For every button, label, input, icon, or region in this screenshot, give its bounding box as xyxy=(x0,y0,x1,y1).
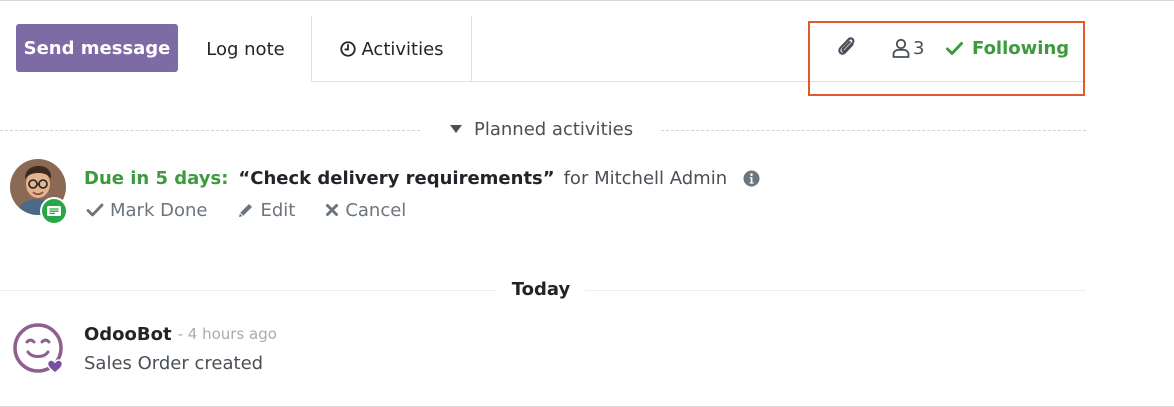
pencil-icon xyxy=(239,203,253,217)
list-icon xyxy=(47,206,61,216)
planned-activities-label: Planned activities xyxy=(474,118,634,140)
followers-button[interactable]: 3 xyxy=(892,34,924,62)
cancel-button[interactable]: Cancel xyxy=(325,200,406,221)
mark-done-button[interactable]: Mark Done xyxy=(86,200,207,221)
edit-button[interactable]: Edit xyxy=(237,200,295,221)
due-label: Due in 5 days: xyxy=(84,167,229,189)
log-note-button[interactable]: Log note xyxy=(180,16,311,82)
caret-down-icon xyxy=(450,125,462,133)
activity-info: Due in 5 days: “Check delivery requireme… xyxy=(84,164,760,192)
message-header: OdooBot - 4 hours ago xyxy=(84,320,277,348)
day-separator-label: Today xyxy=(497,277,585,303)
activity-summary: “Check delivery requirements” xyxy=(238,167,555,189)
separator-line-left xyxy=(0,130,420,131)
cancel-label: Cancel xyxy=(345,199,407,221)
edit-label: Edit xyxy=(260,199,296,221)
message-date: - 4 hours ago xyxy=(177,325,277,343)
odoobot-avatar[interactable] xyxy=(11,321,67,377)
activity-type-badge xyxy=(40,197,68,225)
chatter-topbar: Send message Log note Activities 3 Follo… xyxy=(0,1,1174,96)
log-note-label: Log note xyxy=(206,38,285,60)
check-icon xyxy=(946,41,963,55)
following-label: Following xyxy=(972,37,1070,59)
check-icon xyxy=(86,203,104,217)
send-message-button[interactable]: Send message xyxy=(16,24,178,72)
info-icon[interactable] xyxy=(743,170,760,187)
message-body: Sales Order created xyxy=(84,353,264,374)
clock-icon xyxy=(340,41,357,57)
paperclip-icon[interactable] xyxy=(836,35,860,61)
planned-activities-toggle[interactable]: Planned activities xyxy=(440,115,633,143)
message-author[interactable]: OdooBot xyxy=(84,324,172,345)
mark-done-label: Mark Done xyxy=(110,199,208,221)
separator-line-right xyxy=(661,130,1086,131)
following-button[interactable]: Following xyxy=(946,34,1069,62)
activity-assignee: for Mitchell Admin xyxy=(563,167,728,189)
activity-actions: Mark Done Edit Cancel xyxy=(86,197,436,223)
chatter: Send message Log note Activities 3 Follo… xyxy=(0,0,1174,407)
activities-label: Activities xyxy=(361,38,444,60)
close-icon xyxy=(326,204,339,216)
followers-count: 3 xyxy=(913,37,925,59)
user-icon xyxy=(892,38,910,58)
activities-button[interactable]: Activities xyxy=(311,16,472,82)
